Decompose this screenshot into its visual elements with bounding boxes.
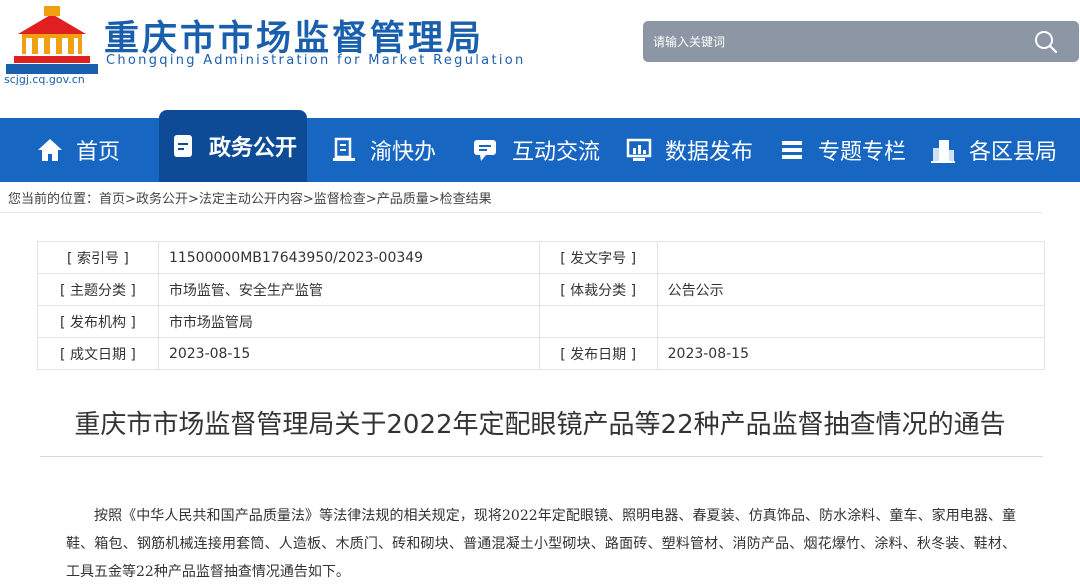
search-box (643, 21, 1079, 62)
meta-value: 2023-08-15 (157, 337, 540, 370)
meta-key: [ 体裁分类 ] (538, 273, 658, 306)
nav-item-home[interactable]: 首页 (36, 118, 120, 182)
meta-key: [ 索引号 ] (37, 241, 159, 274)
breadcrumb-item[interactable]: 产品质量 (377, 192, 429, 207)
meta-value: 公告公示 (656, 273, 1046, 306)
search-icon[interactable] (1033, 29, 1059, 55)
divider (0, 212, 1042, 213)
nav-label: 各区县局 (969, 140, 1058, 165)
article-body: 按照《中华人民共和国产品质量法》等法律法规的相关规定，现将2022年定配眼镜、照… (66, 508, 1016, 580)
government-emblem-icon[interactable] (4, 4, 100, 78)
meta-value (656, 241, 1046, 274)
chat-icon (474, 140, 496, 161)
home-icon (38, 139, 62, 161)
meta-key (538, 305, 658, 338)
table-row: [ 主题分类 ] 市场监管、安全生产监管 [ 体裁分类 ] 公告公示 (37, 273, 1046, 306)
article-title: 重庆市市场监督管理局关于2022年定配眼镜产品等22种产品监督抽查情况的通告 (74, 410, 1006, 440)
site-subtitle: Chongqing Administration for Market Regu… (106, 53, 526, 68)
breadcrumb-item[interactable]: 监督检查 (314, 192, 366, 207)
nav-label: 互动交流 (512, 140, 601, 165)
breadcrumb-item[interactable]: 法定主动公开内容 (199, 192, 303, 207)
nav-item-government-affairs[interactable]: 政务公开 (159, 110, 308, 182)
breadcrumb-prefix: 您当前的位置： (8, 192, 100, 207)
divider (40, 456, 1043, 457)
meta-key: [ 发布日期 ] (538, 337, 658, 370)
breadcrumb-item[interactable]: 检查结果 (440, 192, 492, 207)
meta-value: 2023-08-15 (656, 337, 1046, 370)
nav-item-special-topics[interactable]: 专题专栏 (778, 118, 906, 182)
breadcrumb-separator: > (187, 192, 199, 207)
service-icon (333, 137, 355, 161)
meta-value: 11500000MB17643950/2023-00349 (157, 241, 540, 274)
breadcrumb-separator: > (365, 192, 377, 207)
table-row: [ 索引号 ] 11500000MB17643950/2023-00349 [ … (37, 241, 1046, 274)
nav-label: 数据发布 (665, 140, 754, 165)
search-input[interactable] (653, 29, 1023, 54)
chart-icon (626, 138, 652, 161)
document-meta-table: [ 索引号 ] 11500000MB17643950/2023-00349 [ … (37, 241, 1046, 370)
document-icon (174, 135, 192, 157)
breadcrumb-item[interactable]: 首页 (99, 192, 125, 207)
site-header: 重庆市市场监督管理局 Chongqing Administration for … (0, 0, 1080, 118)
meta-key: [ 发布机构 ] (37, 305, 159, 338)
meta-value (656, 305, 1046, 338)
table-row: [ 成文日期 ] 2023-08-15 [ 发布日期 ] 2023-08-15 (37, 337, 1046, 370)
nav-item-data-release[interactable]: 数据发布 (625, 118, 753, 182)
site-domain: scjgj.cq.gov.cn (4, 73, 85, 86)
breadcrumb-item[interactable]: 政务公开 (136, 192, 188, 207)
meta-value: 市市场监管局 (157, 305, 540, 338)
nav-item-interaction[interactable]: 互动交流 (472, 118, 600, 182)
meta-key: [ 主题分类 ] (37, 273, 159, 306)
breadcrumb-separator: > (428, 192, 440, 207)
meta-key: [ 发文字号 ] (538, 241, 658, 274)
meta-key: [ 成文日期 ] (37, 337, 159, 370)
nav-item-yukuaiban[interactable]: 渝快办 (330, 118, 436, 182)
main-nav: 首页 政务公开 渝快办 互动交流 数据发布 专题专栏 各区县局 (0, 110, 1080, 182)
nav-label: 政务公开 (209, 136, 298, 161)
nav-label: 渝快办 (370, 140, 437, 165)
breadcrumb-separator: > (302, 192, 314, 207)
breadcrumb: 您当前的位置：首页>政务公开>法定主动公开内容>监督检查>产品质量>检查结果 (8, 188, 492, 207)
meta-value: 市场监管、安全生产监管 (157, 273, 540, 306)
nav-label: 专题专栏 (818, 140, 907, 165)
nav-item-district-bureaus[interactable]: 各区县局 (929, 118, 1057, 182)
nav-label: 首页 (76, 140, 121, 165)
list-icon (782, 141, 802, 159)
table-row: [ 发布机构 ] 市市场监管局 (37, 305, 1046, 338)
building-icon (931, 140, 955, 163)
breadcrumb-separator: > (125, 192, 136, 207)
